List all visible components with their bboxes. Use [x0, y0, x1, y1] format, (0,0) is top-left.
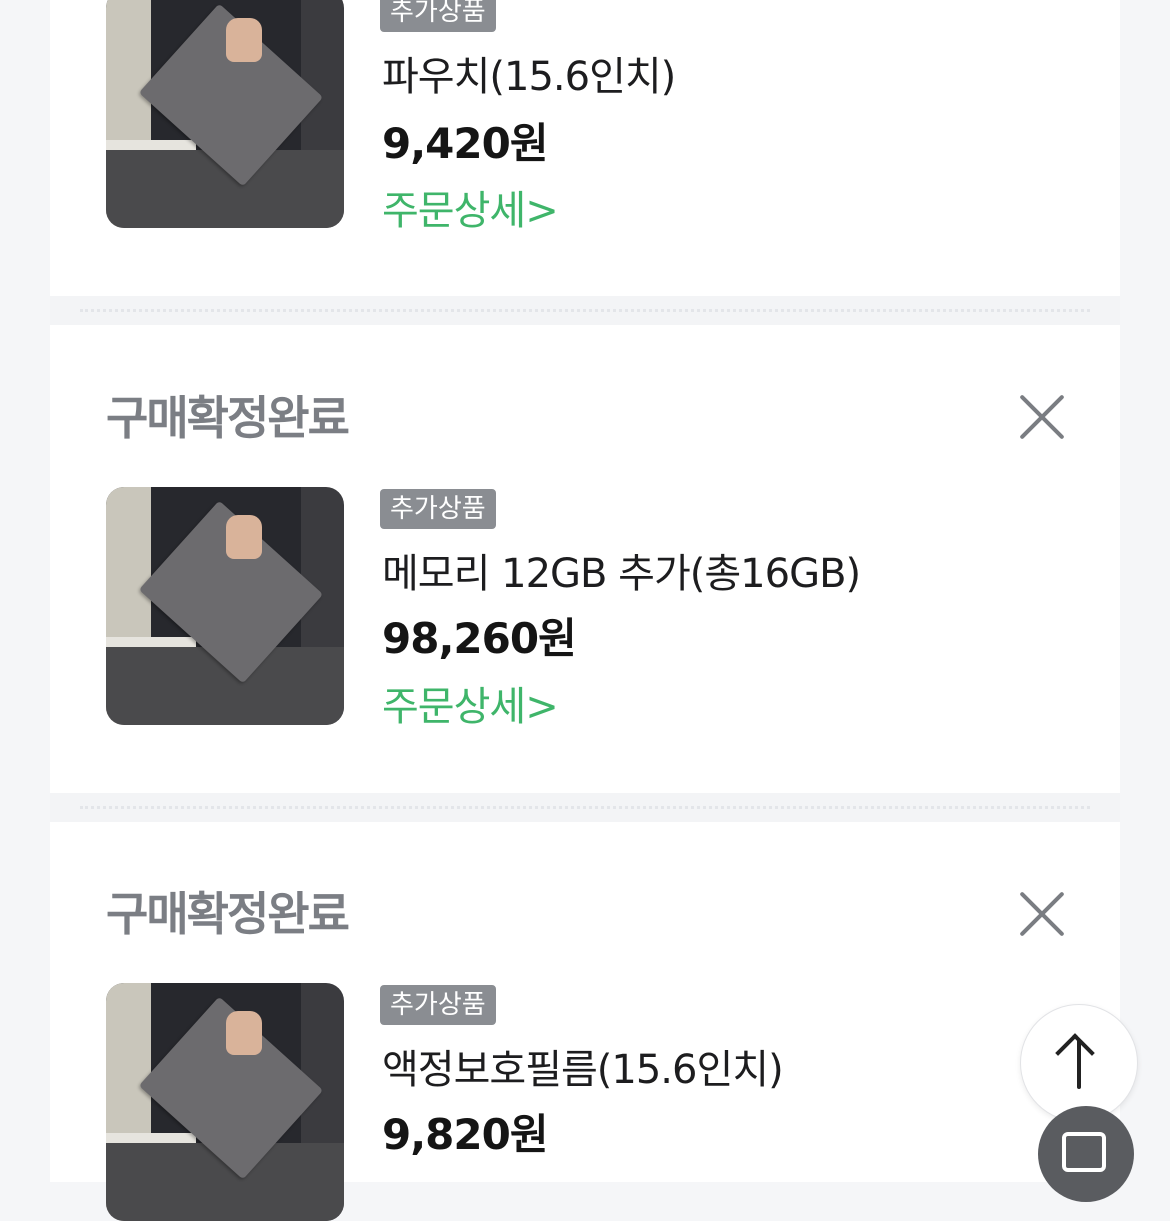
product-name: 파우치(15.6인치) [382, 54, 676, 100]
order-list: 추가상품 파우치(15.6인치) 9,420원 주문상세> 구매확정완료 추가상… [0, 0, 1170, 1221]
divider [50, 793, 1120, 822]
product-thumbnail[interactable] [106, 487, 344, 725]
product-price: 98,260원 [382, 614, 577, 663]
close-icon[interactable] [1018, 890, 1066, 938]
scroll-to-top-button[interactable] [1020, 1004, 1138, 1122]
divider [50, 296, 1120, 325]
product-thumbnail[interactable] [106, 983, 344, 1221]
product-name: 메모리 12GB 추가(총16GB) [382, 551, 861, 597]
scan-button[interactable] [1038, 1106, 1134, 1202]
arrow-up-icon [1055, 1033, 1095, 1073]
add-on-badge: 추가상품 [380, 0, 496, 32]
scan-icon [1062, 1132, 1106, 1172]
close-icon[interactable] [1018, 393, 1066, 441]
product-name: 액정보호필름(15.6인치) [382, 1047, 784, 1093]
add-on-badge: 추가상품 [380, 985, 496, 1025]
order-status: 구매확정완료 [106, 391, 350, 445]
order-detail-link[interactable]: 주문상세> [382, 178, 559, 236]
product-thumbnail[interactable] [106, 0, 344, 228]
add-on-badge: 추가상품 [380, 489, 496, 529]
order-detail-link[interactable]: 주문상세> [382, 674, 559, 732]
product-price: 9,420원 [382, 119, 548, 168]
order-status: 구매확정완료 [106, 887, 350, 941]
product-price: 9,820원 [382, 1110, 548, 1159]
